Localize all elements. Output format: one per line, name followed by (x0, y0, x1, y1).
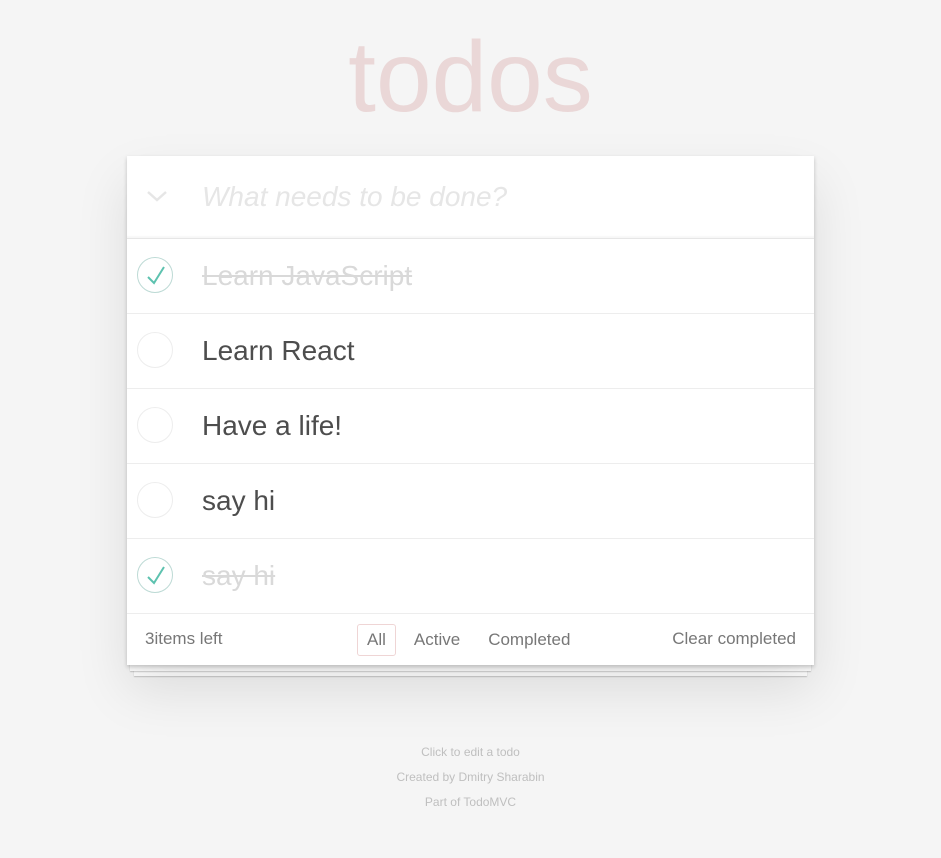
todo-item[interactable]: Learn React (127, 314, 814, 389)
todo-toggle-checkbox[interactable] (137, 482, 173, 518)
todo-toggle-checkbox[interactable] (137, 332, 173, 368)
todo-label[interactable]: Have a life! (202, 389, 342, 463)
todo-label[interactable]: Learn JavaScript (202, 239, 412, 313)
info-part-of: Part of TodoMVC (424, 795, 517, 809)
todo-footer: 3items left All Active Completed Clear c… (127, 614, 814, 665)
todo-item[interactable]: say hi (127, 464, 814, 539)
filters: All Active Completed (357, 624, 580, 656)
info-credit: Created by Dmitry Sharabin (396, 770, 545, 784)
todo-item[interactable]: Have a life! (127, 389, 814, 464)
items-left-count: 3items left (145, 629, 223, 648)
check-icon (147, 266, 165, 285)
info-edit-hint: Click to edit a todo (421, 745, 520, 759)
clear-completed-button[interactable]: Clear completed (672, 629, 796, 649)
filter-all[interactable]: All (357, 624, 396, 656)
todo-list: Learn JavaScript Learn React Have a life… (127, 239, 814, 614)
toggle-all-chevron-down-icon[interactable] (145, 184, 169, 208)
new-todo-input[interactable] (202, 156, 792, 238)
todo-label[interactable]: say hi (202, 539, 275, 613)
check-icon (147, 566, 165, 585)
todo-label[interactable]: say hi (202, 464, 275, 538)
filter-completed[interactable]: Completed (478, 624, 580, 656)
todo-item[interactable]: Learn JavaScript (127, 239, 814, 314)
todo-app: Learn JavaScript Learn React Have a life… (127, 156, 814, 665)
todo-item[interactable]: say hi (127, 539, 814, 614)
todo-toggle-checkbox[interactable] (137, 407, 173, 443)
app-title: todos (348, 21, 593, 133)
todo-toggle-checkbox[interactable] (137, 257, 173, 293)
filter-active[interactable]: Active (404, 624, 470, 656)
todo-toggle-checkbox[interactable] (137, 557, 173, 593)
info-footer: Click to edit a todo Created by Dmitry S… (0, 740, 941, 815)
header (127, 156, 814, 239)
todo-label[interactable]: Learn React (202, 314, 355, 388)
